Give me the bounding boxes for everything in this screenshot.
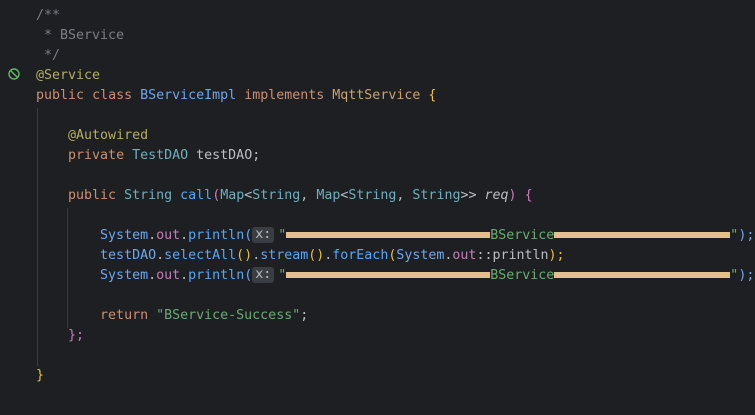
punct: .	[156, 248, 165, 263]
code-line: * BService	[36, 26, 755, 46]
string-quote: "	[278, 268, 287, 283]
keyword: private	[68, 148, 125, 163]
punct: .	[252, 248, 261, 263]
brace: }	[36, 368, 45, 383]
code-line: System.out.println(x: " BService ");	[36, 226, 755, 246]
punct: );	[738, 268, 755, 283]
brace: };	[68, 328, 85, 343]
string-dash-block	[554, 272, 731, 278]
code-line: /**	[36, 6, 755, 26]
code-line: public String call(Map<String, Map<Strin…	[36, 186, 755, 206]
code-line: private TestDAO testDAO;	[36, 146, 755, 166]
autowired-annotation: @Autowired	[68, 128, 149, 143]
code-area[interactable]: /** * BService */ @Service public class …	[36, 6, 755, 386]
punct: ,	[396, 188, 413, 203]
string-quote: "	[278, 228, 287, 243]
code-line: @Autowired	[36, 126, 755, 146]
method-call: forEach	[332, 248, 389, 263]
punct: >>	[460, 188, 477, 203]
type-name: String	[348, 188, 397, 203]
type-name: TestDAO	[132, 148, 189, 163]
class-name: BServiceImpl	[140, 88, 237, 103]
comment-open: /**	[36, 8, 61, 23]
param-hint: x:	[252, 227, 275, 243]
keyword: public	[68, 188, 117, 203]
punct: ;	[300, 308, 309, 323]
string-dash-block	[286, 232, 491, 238]
class-ref: System	[100, 268, 149, 283]
interface-name: MqttService	[332, 88, 421, 103]
string-dash-block	[286, 272, 491, 278]
code-editor[interactable]: /** * BService */ @Service public class …	[0, 0, 755, 415]
type-name: String	[252, 188, 301, 203]
gutter	[0, 0, 30, 415]
brace: {	[524, 188, 533, 203]
paren: ()	[236, 248, 253, 263]
method-name: call	[180, 188, 213, 203]
punct: .	[148, 228, 157, 243]
punct: );	[548, 248, 565, 263]
object-ref: testDAO	[100, 248, 157, 263]
punct: .	[180, 228, 189, 243]
paren: )	[508, 188, 517, 203]
paren: (	[212, 188, 221, 203]
bean-icon[interactable]	[8, 68, 20, 80]
punct: .	[180, 268, 189, 283]
class-ref: System	[396, 248, 445, 263]
keyword: return	[100, 308, 149, 323]
paren: ()	[308, 248, 325, 263]
string-label: BService	[490, 228, 555, 243]
param-hint: x:	[252, 267, 275, 283]
punct: ::	[476, 248, 493, 263]
service-annotation: @Service	[36, 68, 101, 83]
field-name: testDAO;	[196, 148, 261, 163]
type-name: String	[124, 188, 173, 203]
code-line: public class BServiceImpl implements Mqt…	[36, 86, 755, 106]
field-ref: out	[156, 228, 181, 243]
code-line: }	[36, 366, 755, 386]
paren: (	[244, 228, 253, 243]
type-name: Map	[316, 188, 341, 203]
method-call: selectAll	[164, 248, 237, 263]
field-ref: out	[156, 268, 181, 283]
code-line: */	[36, 46, 755, 66]
method-call: stream	[260, 248, 309, 263]
punct: ,	[300, 188, 317, 203]
class-ref: System	[100, 228, 149, 243]
punct: .	[148, 268, 157, 283]
method-call: println	[188, 228, 245, 243]
type-name: Map	[220, 188, 245, 203]
comment-close: */	[36, 48, 61, 63]
brace: {	[428, 88, 437, 103]
code-line: System.out.println(x: " BService ");	[36, 266, 755, 286]
code-line: @Service	[36, 66, 755, 86]
type-name: String	[412, 188, 461, 203]
punct: );	[738, 228, 755, 243]
field-ref: out	[452, 248, 477, 263]
string-dash-block	[554, 232, 731, 238]
code-line: };	[36, 326, 755, 346]
keyword: public	[36, 88, 85, 103]
method-call: println	[188, 268, 245, 283]
paren: (	[244, 268, 253, 283]
string-literal: "BService-Success"	[156, 308, 301, 323]
code-line: return "BService-Success";	[36, 306, 755, 326]
param-name: req	[484, 188, 509, 203]
comment-text: * BService	[36, 28, 125, 43]
string-label: BService	[490, 268, 555, 283]
keyword: implements	[244, 88, 325, 103]
code-line: testDAO.selectAll().stream().forEach(Sys…	[36, 246, 755, 266]
method-ref: println	[492, 248, 549, 263]
keyword: class	[92, 88, 133, 103]
